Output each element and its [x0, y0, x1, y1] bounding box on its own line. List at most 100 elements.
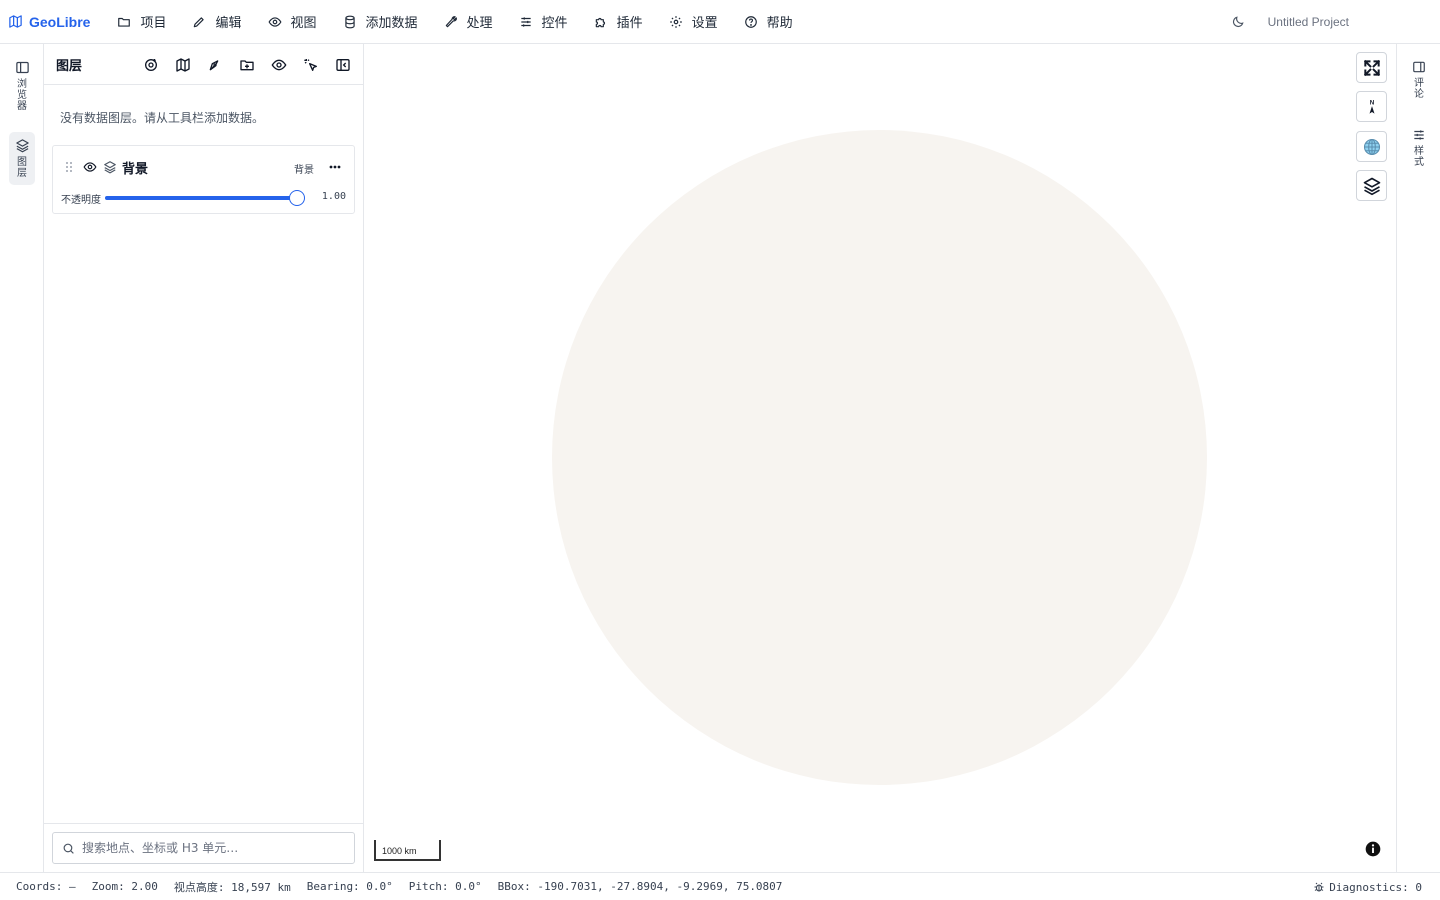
- status-bearing: Bearing: 0.0°: [306, 880, 393, 893]
- visibility-icon: [271, 59, 287, 70]
- topbar-right: Untitled Project: [1230, 0, 1440, 44]
- compass-button[interactable]: N: [1356, 91, 1387, 122]
- status-coords: Coords: —: [16, 880, 76, 893]
- search-box[interactable]: [52, 832, 355, 864]
- app-logo[interactable]: GeoLibre: [8, 14, 90, 30]
- add-group-button[interactable]: [237, 55, 257, 75]
- map-canvas[interactable]: N 1000 km: [364, 44, 1396, 872]
- layer-row[interactable]: 背景 背景: [53, 146, 354, 188]
- rail-comments-label: 评论: [1414, 78, 1424, 100]
- search-input[interactable]: [82, 841, 352, 855]
- toggle-visibility-button[interactable]: [269, 55, 289, 75]
- menu-label: 项目: [140, 16, 167, 31]
- opacity-value: 1.00: [321, 191, 346, 202]
- add-layer-icon: [145, 58, 157, 71]
- eye-icon[interactable]: [83, 160, 97, 174]
- menu-label: 处理: [466, 16, 493, 31]
- menu-help[interactable]: 帮助: [731, 0, 806, 44]
- drag-handle-icon[interactable]: [65, 161, 73, 173]
- search-icon: [63, 843, 74, 854]
- menu-settings[interactable]: 设置: [656, 0, 731, 44]
- map-layers-button[interactable]: [1356, 170, 1387, 201]
- wrench-icon: [445, 15, 457, 27]
- compass-north-label: N: [1369, 99, 1374, 106]
- rail-browser-button[interactable]: 浏览器: [9, 54, 35, 118]
- database-icon: [344, 15, 355, 28]
- add-layer-button[interactable]: [141, 55, 161, 75]
- status-bbox: BBox: -190.7031, -27.8904, -9.2969, 75.0…: [497, 880, 783, 893]
- layers-panel: 图层 没有数据图层。请从工具栏添加数据。 背景 背景 不透明度 1.00 搜索地…: [44, 44, 364, 872]
- help-circle-icon: [744, 15, 757, 28]
- main-menu: 项目 编辑 视图 添加数据 处理 控件 插件 设置 帮助: [104, 0, 805, 44]
- eye-icon: [267, 16, 282, 27]
- more-horizontal-icon: [329, 165, 341, 169]
- layer-more-button[interactable]: [328, 160, 342, 174]
- top-menu-bar: GeoLibre 项目 编辑 视图 添加数据 处理 控件 插件 设置 帮助 Un…: [0, 0, 1440, 44]
- diagnostics-button[interactable]: Diagnostics: 0: [1313, 873, 1422, 900]
- menu-label: 控件: [541, 16, 568, 31]
- layers-panel-header: 图层: [44, 44, 363, 85]
- collapse-panel-button[interactable]: [333, 55, 353, 75]
- slider-thumb[interactable]: [289, 190, 305, 206]
- status-zoom: Zoom: 2.00: [91, 880, 158, 893]
- identify-icon: [304, 58, 317, 71]
- rail-style-label: 样式: [1414, 146, 1424, 168]
- map-icon: [176, 57, 190, 72]
- pencil-icon: [194, 16, 205, 27]
- fullscreen-button[interactable]: [1356, 52, 1387, 83]
- rail-comments-button[interactable]: 评论: [1410, 60, 1428, 100]
- theme-toggle-button[interactable]: [1230, 14, 1246, 30]
- rail-browser-label: 浏览器: [17, 79, 27, 112]
- rail-layers-label: 图层: [17, 157, 27, 179]
- menu-processing[interactable]: 处理: [431, 0, 506, 44]
- bug-icon: [1314, 882, 1324, 892]
- panel-left-icon: [15, 61, 29, 74]
- folder-icon: [118, 17, 131, 27]
- rail-style-button[interactable]: 样式: [1410, 128, 1428, 168]
- layer-type-badge: 背景: [294, 165, 314, 176]
- menu-label: 帮助: [766, 16, 793, 31]
- draw-icon: [209, 59, 219, 70]
- layers-icon: [15, 139, 29, 153]
- status-bar: Coords: — Zoom: 2.00 视点高度: 18,597 km Bea…: [0, 872, 1440, 900]
- moon-icon: [1232, 16, 1244, 27]
- menu-label: 插件: [616, 16, 643, 31]
- globe-projection-button[interactable]: [1356, 131, 1387, 162]
- compass-icon: N: [1369, 99, 1374, 114]
- menu-view[interactable]: 视图: [255, 0, 330, 44]
- app-name: GeoLibre: [29, 13, 91, 30]
- panel-toolbar: [141, 44, 353, 85]
- diagnostics-label: Diagnostics: 0: [1329, 880, 1422, 894]
- menu-add-data[interactable]: 添加数据: [330, 0, 431, 44]
- sliders-icon: [1414, 130, 1424, 140]
- menu-label: 视图: [290, 16, 317, 31]
- puzzle-icon: [595, 17, 605, 27]
- menu-project[interactable]: 项目: [104, 0, 179, 44]
- sliders-icon: [520, 16, 531, 27]
- fullscreen-icon: [1363, 59, 1380, 76]
- rail-layers-button[interactable]: 图层: [9, 132, 35, 185]
- menu-edit[interactable]: 编辑: [179, 0, 254, 44]
- menu-label: 添加数据: [365, 16, 418, 31]
- draw-button[interactable]: [205, 55, 225, 75]
- menu-controls[interactable]: 控件: [506, 0, 581, 44]
- layer-card-background: 背景 背景 不透明度 1.00: [52, 145, 355, 214]
- add-group-icon: [240, 59, 254, 70]
- info-icon[interactable]: [1365, 841, 1381, 857]
- project-name[interactable]: Untitled Project: [1268, 15, 1349, 29]
- collapse-panel-icon: [336, 58, 350, 71]
- opacity-slider[interactable]: [105, 190, 305, 206]
- menu-label: 编辑: [215, 16, 242, 31]
- basemap-button[interactable]: [173, 55, 193, 75]
- globe-icon: [1363, 138, 1380, 155]
- layer-name[interactable]: 背景: [122, 158, 148, 177]
- globe[interactable]: [552, 130, 1207, 785]
- layers-icon: [104, 161, 116, 174]
- left-rail: 浏览器 图层: [0, 44, 44, 872]
- menu-label: 设置: [691, 16, 718, 31]
- search-area: [44, 823, 363, 872]
- right-rail: 评论 样式: [1396, 44, 1440, 872]
- identify-button[interactable]: [301, 55, 321, 75]
- opacity-label: 不透明度: [61, 195, 101, 206]
- menu-plugins[interactable]: 插件: [581, 0, 656, 44]
